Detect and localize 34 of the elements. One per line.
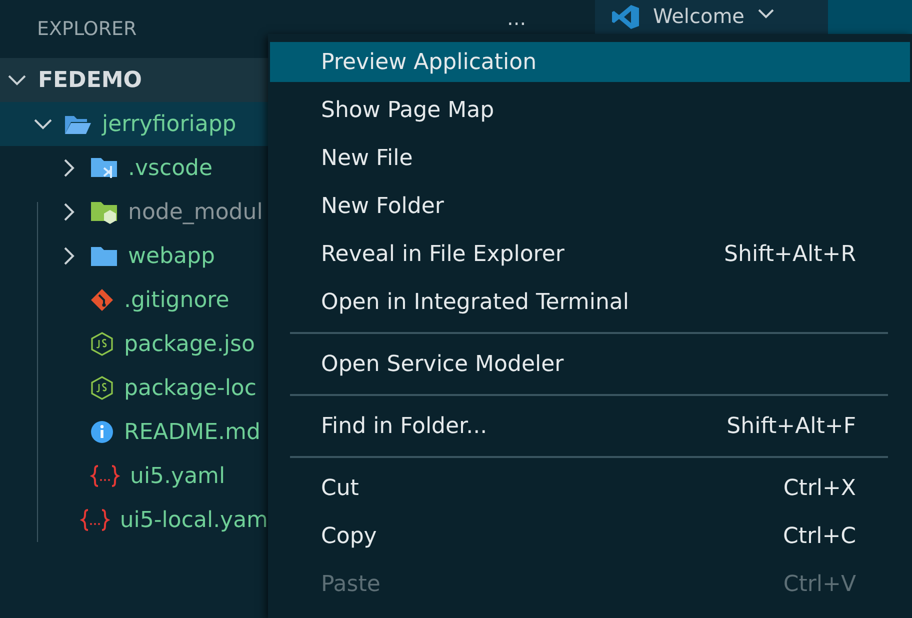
menu-item[interactable]: New File [270, 134, 910, 182]
menu-item[interactable]: Preview Application [270, 42, 910, 82]
tree-item[interactable]: .vscode [0, 146, 268, 190]
hexagon-icon [90, 376, 114, 400]
tree-item[interactable]: README.md [0, 410, 268, 454]
info-icon [90, 420, 114, 444]
folder-icon [90, 156, 118, 180]
braces-icon [90, 464, 120, 488]
more-actions-button[interactable]: ... [507, 0, 595, 30]
menu-item[interactable]: Show Page Map [270, 86, 910, 134]
tree-item[interactable]: ui5-local.yam [0, 498, 268, 542]
menu-item[interactable]: Find in Folder... Shift+Alt+F [270, 402, 910, 450]
tree-item[interactable]: package.jso [0, 322, 268, 366]
menu-item[interactable]: Copy Ctrl+C [270, 512, 910, 560]
menu-item[interactable]: New Folder [270, 182, 910, 230]
panel-title: EXPLORER [36, 18, 138, 40]
menu-item[interactable]: Cut Ctrl+X [270, 464, 910, 512]
tree-item[interactable]: ui5.yaml [0, 454, 268, 498]
menu-item[interactable]: Reveal in File Explorer Shift+Alt+R [270, 230, 910, 278]
tree-item[interactable]: jerryfioriapp [0, 102, 268, 146]
diamond-icon [90, 288, 114, 312]
menu-item[interactable]: Open in Integrated Terminal [270, 278, 910, 326]
logo-icon [611, 4, 641, 30]
braces-icon [80, 508, 110, 532]
tree-item[interactable]: package-loc [0, 366, 268, 410]
tree-item[interactable]: webapp [0, 234, 268, 278]
tree-item[interactable]: node_modul [0, 190, 268, 234]
tree-item[interactable]: .gitignore [0, 278, 268, 322]
open-folder-icon [64, 113, 92, 135]
menu-item[interactable]: Open Service Modeler [270, 340, 910, 388]
folder-icon [90, 245, 118, 267]
folder-icon [90, 200, 118, 224]
hexagon-icon [90, 332, 114, 356]
tree-item[interactable]: FEDEMO [0, 58, 268, 102]
